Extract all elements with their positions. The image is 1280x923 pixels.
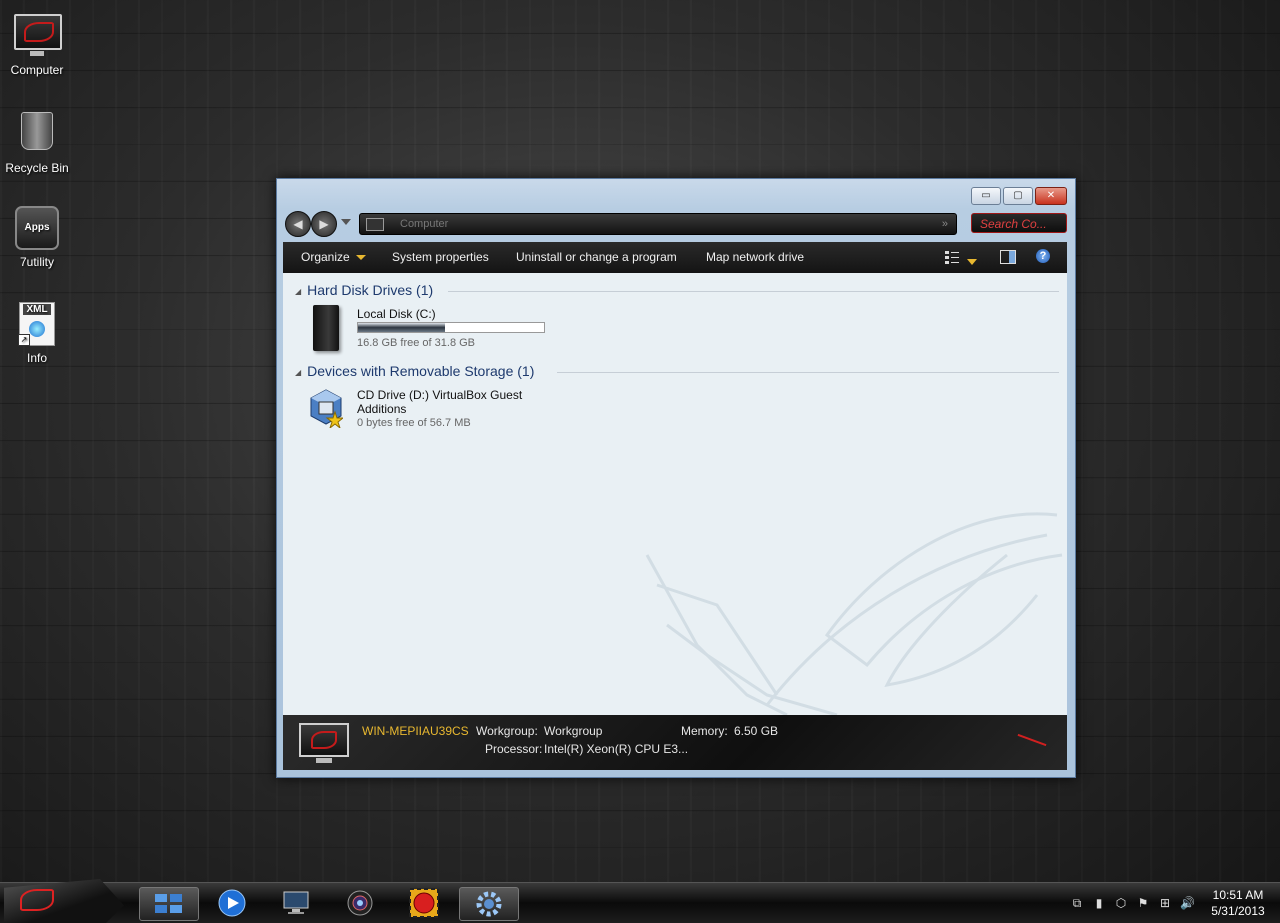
group-title: Hard Disk Drives (1) xyxy=(307,282,434,298)
back-button[interactable]: ◀ xyxy=(285,211,311,237)
search-input[interactable]: Search Co... xyxy=(971,213,1067,233)
virtualbox-cd-icon xyxy=(307,386,347,434)
monitor-icon xyxy=(283,891,309,914)
uninstall-program-button[interactable]: Uninstall or change a program xyxy=(516,250,677,264)
map-network-drive-button[interactable]: Map network drive xyxy=(706,250,804,264)
forward-button[interactable]: ▶ xyxy=(311,211,337,237)
desktop-icon-7utility[interactable]: Apps 7utility xyxy=(0,204,74,269)
action-center-icon[interactable]: ⚑ xyxy=(1136,896,1150,910)
drive-free-space: 16.8 GB free of 31.8 GB xyxy=(357,337,476,349)
hard-drive-icon xyxy=(307,305,347,353)
rog-logo-watermark-icon xyxy=(645,512,1063,715)
taskbar-camera-button[interactable] xyxy=(331,887,389,919)
clock[interactable]: 10:51 AM 5/31/2013 xyxy=(1206,887,1270,919)
command-bar: Organize System properties Uninstall or … xyxy=(283,242,1067,273)
xml-file-icon: XML ↗ xyxy=(14,302,60,348)
decorative-stroke xyxy=(1017,733,1047,747)
explorer-icon xyxy=(155,894,182,913)
group-header-hard-disk-drives[interactable]: ◢ Hard Disk Drives (1) xyxy=(295,282,433,298)
computer-icon xyxy=(299,723,349,763)
preview-pane-icon[interactable] xyxy=(1000,250,1016,264)
drive-name-line2: Additions xyxy=(357,402,407,416)
drive-name-line1: CD Drive (D:) VirtualBox Guest xyxy=(357,388,523,402)
drive-usage-bar xyxy=(357,322,545,333)
change-view-icon[interactable] xyxy=(945,250,959,264)
camera-icon xyxy=(347,890,373,916)
network-connection-icon[interactable]: ⊞ xyxy=(1158,896,1172,910)
desktop-icon-label: 7utility xyxy=(19,255,54,269)
processor-value: Intel(R) Xeon(R) CPU E3... xyxy=(544,742,689,756)
help-icon[interactable]: ? xyxy=(1036,249,1050,263)
memory-label: Memory: xyxy=(681,724,728,738)
workgroup-label: Workgroup: xyxy=(476,724,538,738)
group-divider xyxy=(448,291,1059,292)
desktop-icon-label: Computer xyxy=(10,63,64,77)
address-text: Computer xyxy=(400,218,449,230)
maximize-button[interactable]: ▢ xyxy=(1003,187,1033,205)
taskbar-settings-button[interactable] xyxy=(459,887,519,921)
collapse-triangle-icon: ◢ xyxy=(295,367,302,377)
clock-date: 5/31/2013 xyxy=(1211,904,1265,918)
computer-name: WIN-MEPIIAU39CS xyxy=(362,724,469,738)
group-divider xyxy=(557,372,1059,373)
navigation-bar: ◀ ▶ Computer » Search Co... xyxy=(283,211,1069,237)
desktop-icon-label: Info xyxy=(26,351,47,365)
memory-value: 6.50 GB xyxy=(734,724,779,738)
start-button[interactable] xyxy=(4,879,124,923)
workgroup-value: Workgroup xyxy=(544,724,603,738)
computer-icon xyxy=(366,218,384,231)
media-player-icon xyxy=(218,889,246,917)
taskbar-shutdown-button[interactable] xyxy=(395,887,453,919)
desktop-icon-recycle-bin[interactable]: Recycle Bin xyxy=(0,106,74,175)
window-controls: ▭ ▢ ✕ xyxy=(971,187,1067,205)
minimize-button[interactable]: ▭ xyxy=(971,187,1001,205)
explorer-window: ▭ ▢ ✕ ◀ ▶ Computer » Search Co... Organi… xyxy=(276,178,1076,778)
system-tray: ⧉ ▮ ⬡ ⚑ ⊞ 🔊 10:51 AM 5/31/2013 xyxy=(1070,883,1270,923)
group-title: Devices with Removable Storage (1) xyxy=(307,363,535,379)
processor-label: Processor: xyxy=(485,742,543,756)
group-header-removable-storage[interactable]: ◢ Devices with Removable Storage (1) xyxy=(295,363,534,379)
apps-icon: Apps xyxy=(14,206,60,252)
volume-icon[interactable]: 🔊 xyxy=(1180,896,1195,910)
shortcut-arrow-icon: ↗ xyxy=(18,334,30,346)
address-overflow-icon[interactable]: » xyxy=(942,214,948,234)
system-properties-button[interactable]: System properties xyxy=(392,250,489,264)
file-list-area: ◢ Hard Disk Drives (1) Local Disk (C:) 16… xyxy=(283,273,1067,715)
clock-time: 10:51 AM xyxy=(1212,888,1264,902)
collapse-triangle-icon: ◢ xyxy=(295,286,302,296)
network-icon[interactable]: ⧉ xyxy=(1070,896,1084,910)
power-button-icon xyxy=(409,888,439,918)
recycle-bin-icon xyxy=(14,112,60,158)
close-button[interactable]: ✕ xyxy=(1035,187,1067,205)
computer-icon xyxy=(14,14,62,60)
drive-item-cd-drive[interactable]: CD Drive (D:) VirtualBox Guest Additions… xyxy=(307,386,567,436)
organize-button[interactable]: Organize xyxy=(301,250,366,264)
usb-icon[interactable]: ▮ xyxy=(1092,896,1106,910)
drive-free-space: 0 bytes free of 56.7 MB xyxy=(357,417,471,429)
details-pane: WIN-MEPIIAU39CS Workgroup: Workgroup Mem… xyxy=(283,715,1067,770)
rog-logo-icon xyxy=(20,889,54,911)
drive-item-local-disk[interactable]: Local Disk (C:) 16.8 GB free of 31.8 GB xyxy=(307,305,567,355)
view-options-dropdown-icon[interactable] xyxy=(967,254,981,268)
taskbar-media-player-button[interactable] xyxy=(203,887,261,919)
drive-name: Local Disk (C:) xyxy=(357,307,436,321)
recent-pages-dropdown-icon[interactable] xyxy=(341,219,351,225)
chevron-down-icon xyxy=(355,255,366,261)
organize-label: Organize xyxy=(301,250,350,264)
taskbar: ⧉ ▮ ⬡ ⚑ ⊞ 🔊 10:51 AM 5/31/2013 xyxy=(0,879,1280,923)
taskbar-explorer-button[interactable] xyxy=(139,887,199,921)
address-bar[interactable]: Computer » xyxy=(359,213,957,235)
desktop-icon-label: Recycle Bin xyxy=(5,161,69,175)
desktop-icon-computer[interactable]: Computer xyxy=(0,10,74,77)
taskbar-remote-desktop-button[interactable] xyxy=(267,887,325,919)
drive-usage-fill xyxy=(358,323,446,332)
virtualbox-tray-icon[interactable]: ⬡ xyxy=(1114,896,1128,910)
gear-icon xyxy=(476,891,502,917)
desktop-icon-info[interactable]: XML ↗ Info xyxy=(0,302,74,365)
